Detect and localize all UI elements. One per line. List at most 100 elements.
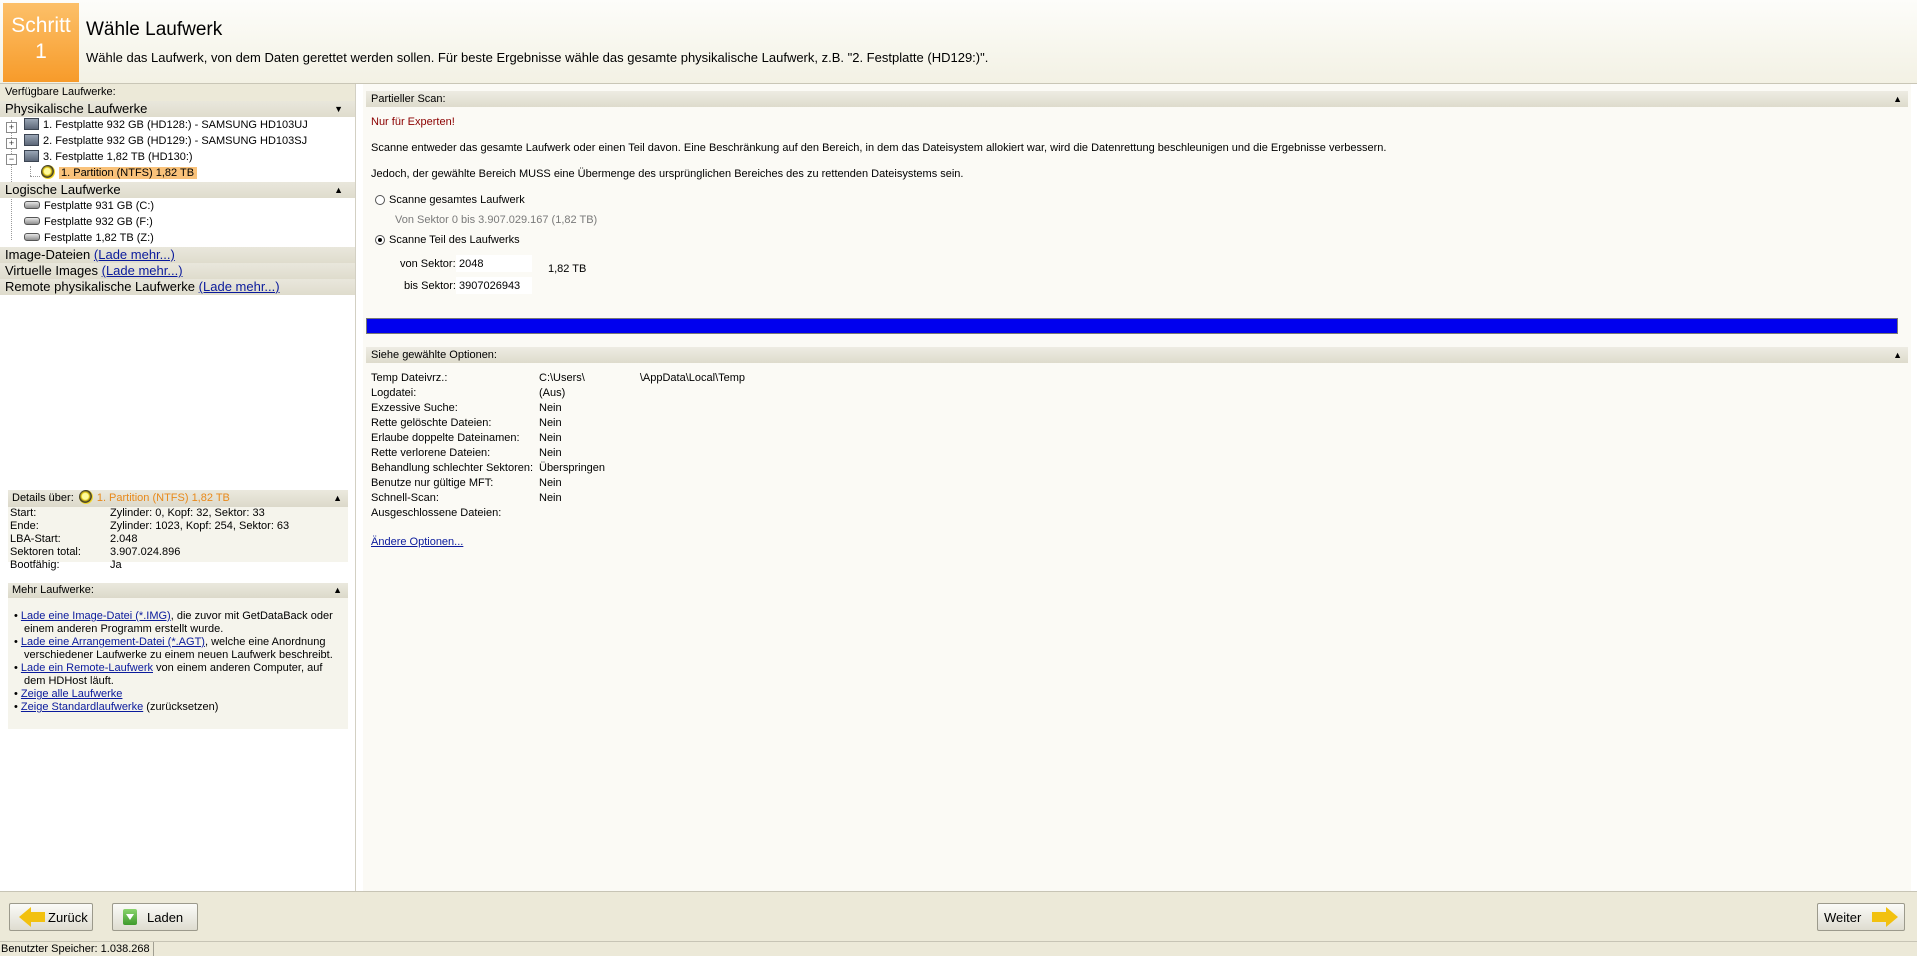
option-key: Erlaube doppelte Dateinamen: bbox=[371, 432, 520, 444]
option-value: Nein bbox=[539, 432, 562, 444]
option-value: C:\Users\ \AppData\Local\Temp bbox=[539, 372, 746, 384]
option-key: Rette verlorene Dateien: bbox=[371, 447, 491, 459]
physical-drive-2[interactable]: 2. Festplatte 932 GB (HD129:) - SAMSUNG … bbox=[24, 133, 307, 149]
drive-label: Festplatte 1,82 TB (Z:) bbox=[44, 232, 154, 244]
option-value: Überspringen bbox=[539, 462, 606, 474]
collapse-arrow-icon[interactable]: ▼ bbox=[334, 101, 343, 117]
details-key: Bootfähig: bbox=[10, 559, 60, 571]
collapse-arrow-icon[interactable]: ▲ bbox=[333, 490, 342, 507]
page-subtitle: Wähle das Laufwerk, von dem Daten gerett… bbox=[86, 50, 989, 65]
partition-icon bbox=[78, 490, 93, 504]
next-label: Weiter bbox=[1824, 909, 1862, 925]
expand-icon[interactable]: + bbox=[6, 122, 17, 133]
back-arrow-icon bbox=[10, 907, 45, 927]
to-sector-label: bis Sektor: bbox=[404, 280, 456, 292]
option-key: Schnell-Scan: bbox=[371, 492, 439, 504]
more-drives-box: Mehr Laufwerke: ▲ • Lade eine Image-Date… bbox=[8, 583, 348, 729]
next-button[interactable]: Weiter bbox=[1817, 903, 1905, 931]
logical-drives-label: Logische Laufwerke bbox=[5, 182, 121, 197]
full-range-text: Von Sektor 0 bis 3.907.029.167 (1,82 TB) bbox=[395, 214, 598, 226]
page-title: Wähle Laufwerk bbox=[86, 19, 223, 40]
hard-disk-icon bbox=[24, 134, 39, 146]
expand-icon[interactable]: + bbox=[6, 138, 17, 149]
virtual-images-label: Virtuelle Images bbox=[5, 263, 98, 278]
hard-disk-icon bbox=[24, 118, 39, 130]
step-word: Schritt bbox=[11, 14, 71, 37]
collapse-arrow-icon[interactable]: ▲ bbox=[1893, 347, 1902, 363]
experts-warning: Nur für Experten! bbox=[371, 116, 455, 128]
details-key: Sektoren total: bbox=[10, 546, 81, 558]
drive-label: 1. Festplatte 932 GB (HD128:) - SAMSUNG … bbox=[43, 119, 308, 131]
option-key: Behandlung schlechter Sektoren: bbox=[371, 462, 534, 474]
radio-part-drive[interactable] bbox=[375, 235, 385, 245]
details-value: 3.907.024.896 bbox=[110, 546, 181, 558]
scan-size: 1,82 TB bbox=[548, 263, 587, 275]
details-row: LBA-Start: 2.048 bbox=[8, 533, 348, 546]
physical-drives-label: Physikalische Laufwerke bbox=[5, 101, 148, 116]
option-value: (Aus) bbox=[539, 387, 566, 399]
drive-panel: Verfügbare Laufwerke: Physikalische Lauf… bbox=[0, 84, 356, 891]
physical-drive-3[interactable]: 3. Festplatte 1,82 TB (HD130:) bbox=[24, 149, 193, 165]
details-box: Details über: 1. Partition (NTFS) 1,82 T… bbox=[8, 490, 348, 571]
step-indicator: Schritt 1 bbox=[3, 3, 79, 82]
memory-usage: Benutzter Speicher: 1.038.268 bbox=[0, 942, 154, 956]
scan-full-option[interactable]: Scanne gesamtes Laufwerk bbox=[375, 194, 525, 206]
more-drives-item: • Zeige Standardlaufwerke (zurücksetzen) bbox=[14, 701, 219, 713]
partition-item[interactable]: 1. Partition (NTFS) 1,82 TB bbox=[41, 165, 198, 181]
show-default-drives-link[interactable]: Zeige Standardlaufwerke bbox=[21, 701, 143, 713]
option-key: Logdatei: bbox=[371, 387, 417, 399]
scan-full-label: Scanne gesamtes Laufwerk bbox=[389, 194, 525, 206]
from-sector-input[interactable] bbox=[456, 255, 532, 272]
details-row: Start: Zylinder: 0, Kopf: 32, Sektor: 33 bbox=[8, 507, 348, 520]
logical-drive-z[interactable]: Festplatte 1,82 TB (Z:) bbox=[24, 230, 154, 246]
load-more-remote-drives-link[interactable]: (Lade mehr...) bbox=[199, 279, 280, 294]
header: Schritt 1 Wähle Laufwerk Wähle das Laufw… bbox=[0, 0, 1917, 84]
load-button[interactable]: Laden bbox=[112, 903, 198, 931]
logical-drive-f[interactable]: Festplatte 932 GB (F:) bbox=[24, 214, 153, 230]
collapse-arrow-icon[interactable]: ▲ bbox=[334, 182, 343, 198]
load-arrangement-file-link[interactable]: Lade eine Arrangement-Datei (*.AGT) bbox=[21, 636, 205, 648]
more-drives-item: • Lade ein Remote-Laufwerk von einem and… bbox=[14, 662, 323, 687]
option-key: Rette gelöschte Dateien: bbox=[371, 417, 492, 429]
physical-drives-header[interactable]: Physikalische Laufwerke ▼ bbox=[0, 101, 355, 117]
drive-label: Festplatte 931 GB (C:) bbox=[44, 200, 155, 212]
details-row: Ende: Zylinder: 1023, Kopf: 254, Sektor: … bbox=[8, 520, 348, 533]
details-key: Ende: bbox=[10, 520, 39, 532]
load-icon bbox=[113, 909, 147, 925]
load-remote-drive-link[interactable]: Lade ein Remote-Laufwerk bbox=[21, 662, 153, 674]
load-label: Laden bbox=[147, 909, 184, 925]
logical-drive-c[interactable]: Festplatte 931 GB (C:) bbox=[24, 198, 154, 214]
scan-panel: Partieller Scan: ▲ Nur für Experten! Sca… bbox=[363, 84, 1911, 891]
load-image-file-link[interactable]: Lade eine Image-Datei (*.IMG) bbox=[21, 610, 171, 622]
scan-part-option[interactable]: Scanne Teil des Laufwerks bbox=[375, 234, 520, 246]
collapse-arrow-icon[interactable]: ▲ bbox=[1893, 91, 1902, 107]
option-key: Benutze nur gültige MFT: bbox=[371, 477, 494, 489]
show-all-drives-link[interactable]: Zeige alle Laufwerke bbox=[21, 688, 123, 700]
collapse-icon[interactable]: − bbox=[6, 154, 17, 165]
details-key: LBA-Start: bbox=[10, 533, 61, 545]
partition-icon bbox=[41, 165, 55, 179]
scan-range-bar bbox=[366, 318, 1898, 334]
radio-full-drive[interactable] bbox=[375, 195, 385, 205]
collapse-arrow-icon[interactable]: ▲ bbox=[333, 583, 342, 598]
load-more-image-files-link[interactable]: (Lade mehr...) bbox=[94, 247, 175, 262]
more-drives-title: Mehr Laufwerke: bbox=[12, 584, 94, 596]
option-value: Nein bbox=[539, 417, 562, 429]
change-options-link[interactable]: Ändere Optionen... bbox=[371, 536, 463, 548]
back-button[interactable]: Zurück bbox=[9, 903, 93, 931]
back-label: Zurück bbox=[48, 909, 88, 925]
logical-drives-header[interactable]: Logische Laufwerke ▲ bbox=[0, 182, 355, 198]
logical-drive-icon bbox=[24, 233, 40, 241]
details-row: Bootfähig: Ja bbox=[8, 559, 348, 572]
load-more-virtual-images-link[interactable]: (Lade mehr...) bbox=[102, 263, 183, 278]
details-key: Start: bbox=[10, 507, 37, 519]
tree-line bbox=[30, 176, 40, 177]
options-title: Siehe gewählte Optionen: bbox=[371, 349, 497, 361]
options-header: Siehe gewählte Optionen: ▲ bbox=[366, 347, 1908, 363]
selected-partition-label: 1. Partition (NTFS) 1,82 TB bbox=[59, 167, 198, 179]
more-drives-item: • Lade eine Arrangement-Datei (*.AGT), w… bbox=[14, 636, 333, 661]
drive-label: 2. Festplatte 932 GB (HD129:) - SAMSUNG … bbox=[43, 135, 308, 147]
physical-drive-1[interactable]: 1. Festplatte 932 GB (HD128:) - SAMSUNG … bbox=[24, 117, 308, 133]
scan-description: Scanne entweder das gesamte Laufwerk ode… bbox=[371, 142, 1387, 154]
to-sector-input[interactable] bbox=[456, 277, 532, 294]
